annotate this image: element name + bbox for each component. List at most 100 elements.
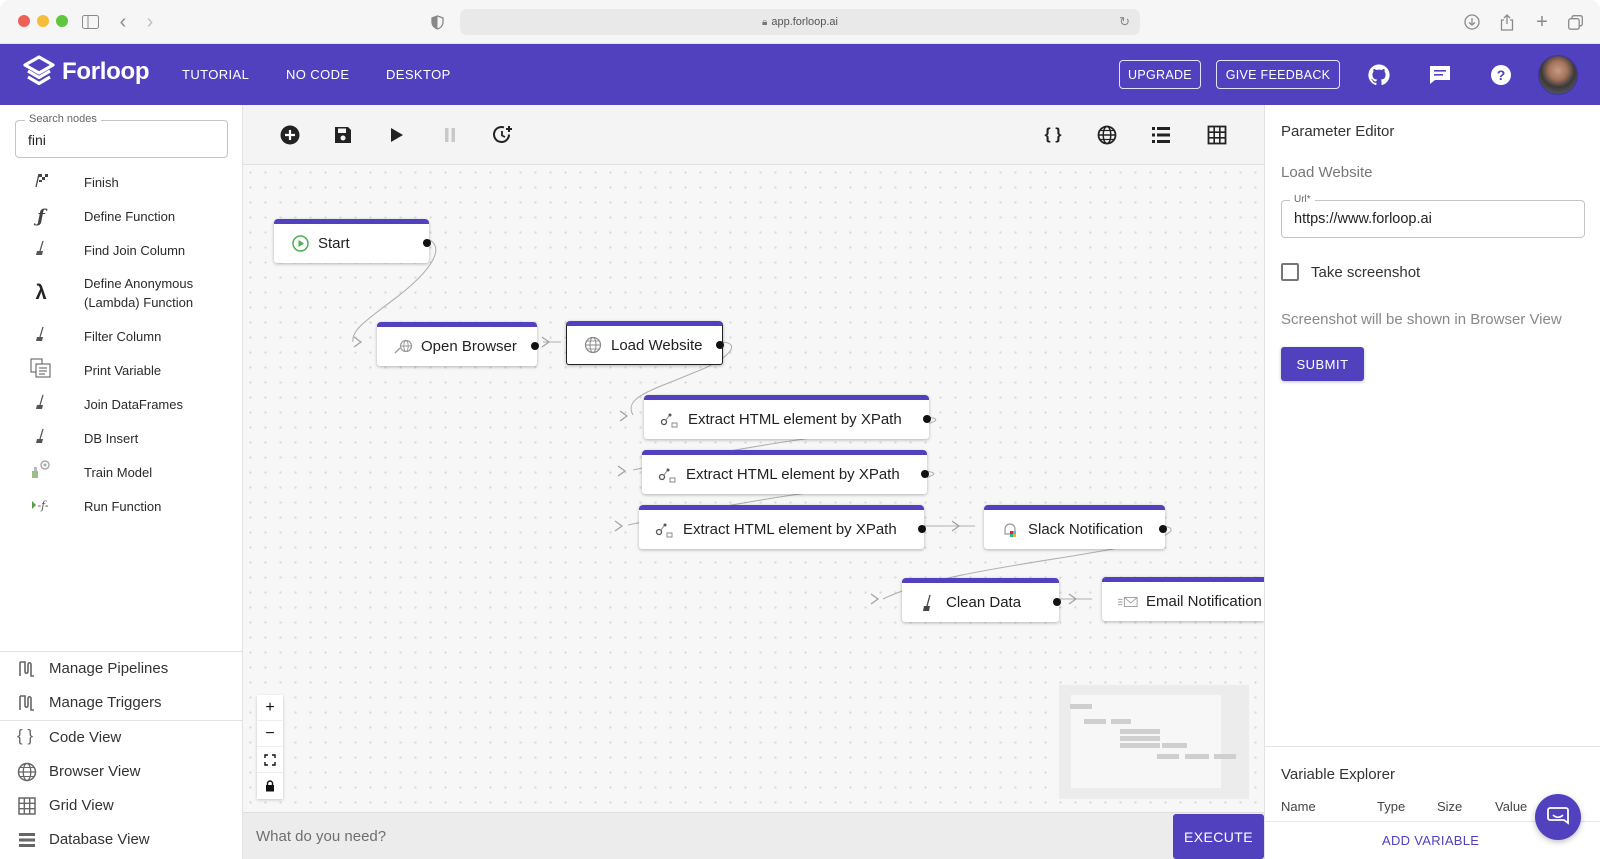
upgrade-button[interactable]: UPGRADE <box>1119 60 1201 89</box>
nav-tutorial[interactable]: TUTORIAL <box>182 67 249 82</box>
take-screenshot-row[interactable]: Take screenshot <box>1281 263 1420 281</box>
nav-desktop[interactable]: DESKTOP <box>386 67 451 82</box>
prompt-input[interactable]: What do you need? <box>243 812 1264 859</box>
execute-button[interactable]: EXECUTE <box>1173 814 1264 859</box>
column-name[interactable]: Name <box>1281 799 1316 814</box>
column-value[interactable]: Value <box>1495 799 1527 814</box>
url-field[interactable]: Url* https://www.forloop.ai <box>1281 194 1585 238</box>
minimize-window-button[interactable] <box>37 15 49 27</box>
node-open-browser[interactable]: Open Browser <box>377 322 539 366</box>
minimap-viewport[interactable] <box>1071 695 1221 788</box>
search-nodes-label: Search nodes <box>25 113 101 125</box>
node-extract-xpath-3[interactable]: Extract HTML element by XPath <box>639 505 926 549</box>
address-bar[interactable]: 🔒︎ app.forloop.ai ↻ <box>460 9 1140 35</box>
privacy-shield-icon[interactable] <box>428 12 446 32</box>
node-item-db-insert[interactable]: DB Insert <box>0 427 243 449</box>
share-icon[interactable] <box>1497 12 1517 32</box>
back-icon[interactable]: ‹ <box>116 11 130 33</box>
manage-triggers-link[interactable]: Manage Triggers <box>0 686 243 720</box>
output-port[interactable] <box>423 239 431 247</box>
run-icon[interactable] <box>385 123 409 147</box>
fit-view-icon <box>264 753 276 766</box>
node-load-website[interactable]: Load Website <box>566 321 724 365</box>
broom-icon <box>30 428 52 448</box>
reload-icon[interactable]: ↻ <box>1119 14 1130 30</box>
github-icon[interactable] <box>1366 62 1392 88</box>
node-item-join-dataframes[interactable]: Join DataFrames <box>0 393 243 415</box>
support-chat-button[interactable] <box>1535 794 1581 840</box>
column-type[interactable]: Type <box>1377 799 1405 814</box>
pause-icon[interactable] <box>438 123 462 147</box>
node-extract-xpath-1[interactable]: Extract HTML element by XPath <box>644 395 931 439</box>
user-avatar[interactable] <box>1538 55 1578 95</box>
node-clean-data[interactable]: Clean Data <box>902 578 1061 622</box>
node-item-label: Define Anonymous (Lambda) Function <box>84 274 193 312</box>
node-item-find-join-column[interactable]: Find Join Column <box>0 239 243 261</box>
fit-view-button[interactable] <box>257 747 283 773</box>
download-icon[interactable] <box>1462 12 1482 32</box>
arrow-email <box>1068 593 1078 605</box>
submit-button[interactable]: SUBMIT <box>1281 347 1364 381</box>
nav-no-code[interactable]: NO CODE <box>286 67 349 82</box>
close-window-button[interactable] <box>18 15 30 27</box>
output-port[interactable] <box>531 342 539 350</box>
code-view-icon[interactable]: { } <box>1041 123 1065 147</box>
browser-view-link[interactable]: Browser View <box>0 755 243 789</box>
save-icon[interactable] <box>331 123 355 147</box>
output-port[interactable] <box>921 470 929 478</box>
search-nodes-input[interactable]: Search nodes fini <box>15 113 228 158</box>
node-item-print-variable[interactable]: Print Variable <box>0 358 243 381</box>
browser-view-icon[interactable] <box>1095 123 1119 147</box>
give-feedback-button[interactable]: GIVE FEEDBACK <box>1216 60 1340 89</box>
new-tab-icon[interactable]: + <box>1532 11 1552 33</box>
node-extract-xpath-2[interactable]: Extract HTML element by XPath <box>642 450 929 494</box>
minimap[interactable] <box>1059 685 1249 799</box>
chat-icon[interactable] <box>1427 62 1453 88</box>
output-port[interactable] <box>716 341 724 349</box>
manage-pipelines-link[interactable]: Manage Pipelines <box>0 652 243 686</box>
output-port[interactable] <box>918 525 926 533</box>
database-view-icon[interactable] <box>1149 123 1173 147</box>
forward-icon[interactable]: › <box>143 11 157 33</box>
lock-button[interactable] <box>257 773 283 799</box>
add-variable-button[interactable]: ADD VARIABLE <box>1382 833 1479 848</box>
node-item-label-line1: Define Anonymous <box>84 276 194 291</box>
node-item-finish[interactable]: Finish <box>0 171 243 193</box>
node-extract-1-label: Extract HTML element by XPath <box>688 411 902 428</box>
node-slack-notification[interactable]: Slack Notification <box>984 505 1167 549</box>
arrow-extract-2 <box>617 465 627 477</box>
code-view-link[interactable]: { } Code View <box>0 721 243 755</box>
search-nodes-value: fini <box>28 132 46 148</box>
node-start[interactable]: Start <box>274 219 431 263</box>
take-screenshot-checkbox[interactable] <box>1281 263 1299 281</box>
node-item-define-lambda[interactable]: λ Define Anonymous (Lambda) Function <box>0 273 243 313</box>
sidebar-toggle-icon[interactable] <box>80 12 100 32</box>
node-email-notification[interactable]: Email Notification <box>1102 577 1264 621</box>
arrow-extract-1 <box>619 410 629 422</box>
zoom-in-button[interactable]: + <box>257 695 283 721</box>
grid-view-link[interactable]: Grid View <box>0 789 243 823</box>
grid-view-icon[interactable] <box>1205 123 1229 147</box>
node-item-define-function[interactable]: ƒ Define Function <box>0 205 243 227</box>
minimap-node <box>1070 704 1092 709</box>
output-port[interactable] <box>923 415 931 423</box>
output-port[interactable] <box>1053 598 1061 606</box>
database-view-label: Database View <box>49 831 150 848</box>
chat-bubble-icon <box>1547 807 1569 825</box>
zoom-out-button[interactable]: − <box>257 721 283 747</box>
output-port[interactable] <box>1159 525 1167 533</box>
column-size[interactable]: Size <box>1437 799 1462 814</box>
forloop-logo[interactable]: Forloop <box>22 55 150 89</box>
tab-overview-icon[interactable] <box>1565 12 1585 32</box>
maximize-window-button[interactable] <box>56 15 68 27</box>
node-item-filter-column[interactable]: Filter Column <box>0 325 243 347</box>
node-item-run-function[interactable]: -f- Run Function <box>0 495 243 517</box>
node-item-train-model[interactable]: Train Model <box>0 460 243 483</box>
schedule-icon[interactable] <box>491 123 515 147</box>
code-view-label: Code View <box>49 729 122 746</box>
add-node-icon[interactable] <box>278 123 302 147</box>
pipeline-canvas[interactable]: { } Start Open Browser Load Website Extr… <box>243 105 1264 812</box>
help-icon[interactable]: ? <box>1488 62 1514 88</box>
logo-text: Forloop <box>62 58 150 85</box>
database-view-link[interactable]: Database View <box>0 823 243 857</box>
